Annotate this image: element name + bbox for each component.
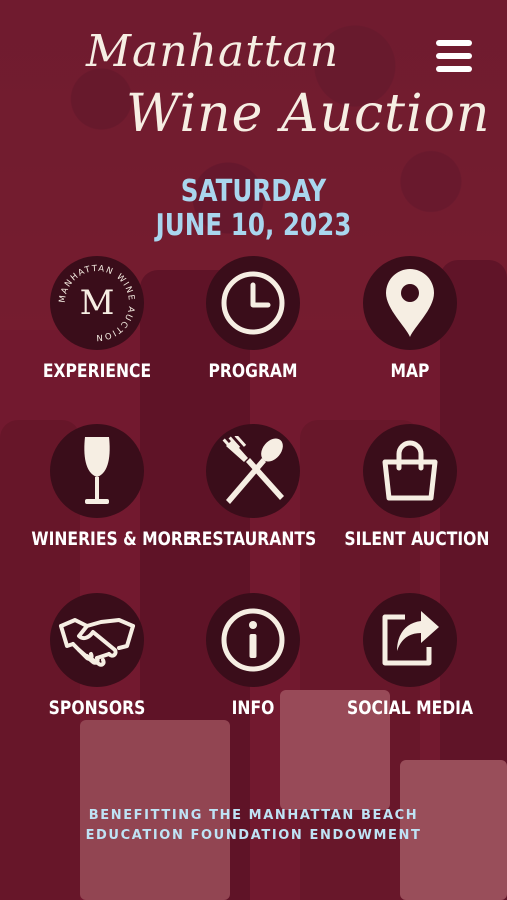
logo-line-2: Wine Auction: [126, 84, 491, 144]
tile-program[interactable]: PROGRAM: [173, 256, 333, 396]
tile-social-media[interactable]: SOCIAL MEDIA: [330, 593, 490, 733]
info-circle: [206, 593, 300, 687]
tile-label: INFO: [231, 697, 275, 719]
shopping-bag-icon: [382, 440, 438, 501]
silent-auction-circle: [363, 424, 457, 518]
program-circle: [206, 256, 300, 350]
tile-label: WINERIES & MORE: [31, 528, 194, 550]
tile-label: PROGRAM: [208, 360, 298, 382]
wineries-circle: [50, 424, 144, 518]
map-circle: [363, 256, 457, 350]
tile-wineries[interactable]: WINERIES & MORE: [17, 424, 194, 564]
handshake-icon: [59, 618, 135, 667]
tile-label: SPONSORS: [48, 697, 146, 719]
tile-label: MAP: [390, 360, 430, 382]
menu-bar-icon: [436, 53, 472, 59]
map-pin-icon: [386, 269, 434, 337]
manhattan-wine-auction-logo: Manhattan Wine Auction: [80, 22, 489, 162]
wine-auction-badge-icon: MANHATTAN WINE AUCTION M: [58, 264, 135, 342]
event-weekday: SATURDAY: [180, 174, 327, 209]
tile-restaurants[interactable]: RESTAURANTS: [173, 424, 333, 564]
logo-line-1: Manhattan: [86, 26, 340, 77]
tile-label: RESTAURANTS: [189, 528, 317, 550]
social-media-circle: [363, 593, 457, 687]
tile-experience[interactable]: MANHATTAN WINE AUCTION M EXPERIENCE: [17, 256, 177, 396]
footer-beneficiary: BENEFITTING THE MANHATTAN BEACH EDUCATIO…: [0, 806, 507, 846]
badge-letter: M: [80, 283, 115, 323]
tile-map[interactable]: MAP: [330, 256, 490, 396]
menu-bar-icon: [436, 66, 472, 72]
tile-label: SILENT AUCTION: [344, 528, 490, 550]
footer-line-1: BENEFITTING THE MANHATTAN BEACH: [88, 808, 419, 823]
info-icon: [221, 608, 285, 672]
footer-line-2: EDUCATION FOUNDATION ENDOWMENT: [85, 828, 422, 843]
clock-icon: [221, 271, 285, 335]
tile-silent-auction[interactable]: SILENT AUCTION: [330, 424, 490, 564]
sponsors-circle: [50, 593, 144, 687]
tile-label: EXPERIENCE: [42, 360, 152, 382]
restaurants-circle: [206, 424, 300, 518]
tile-info[interactable]: INFO: [173, 593, 333, 733]
tile-sponsors[interactable]: SPONSORS: [17, 593, 177, 733]
hamburger-menu-button[interactable]: [436, 40, 472, 72]
wine-glass-icon: [84, 437, 110, 504]
fork-spoon-icon: [222, 436, 284, 504]
menu-bar-icon: [436, 40, 472, 46]
experience-circle: MANHATTAN WINE AUCTION M: [50, 256, 144, 350]
share-icon: [382, 611, 439, 666]
event-date: JUNE 10, 2023: [155, 208, 352, 243]
tile-label: SOCIAL MEDIA: [346, 697, 474, 719]
